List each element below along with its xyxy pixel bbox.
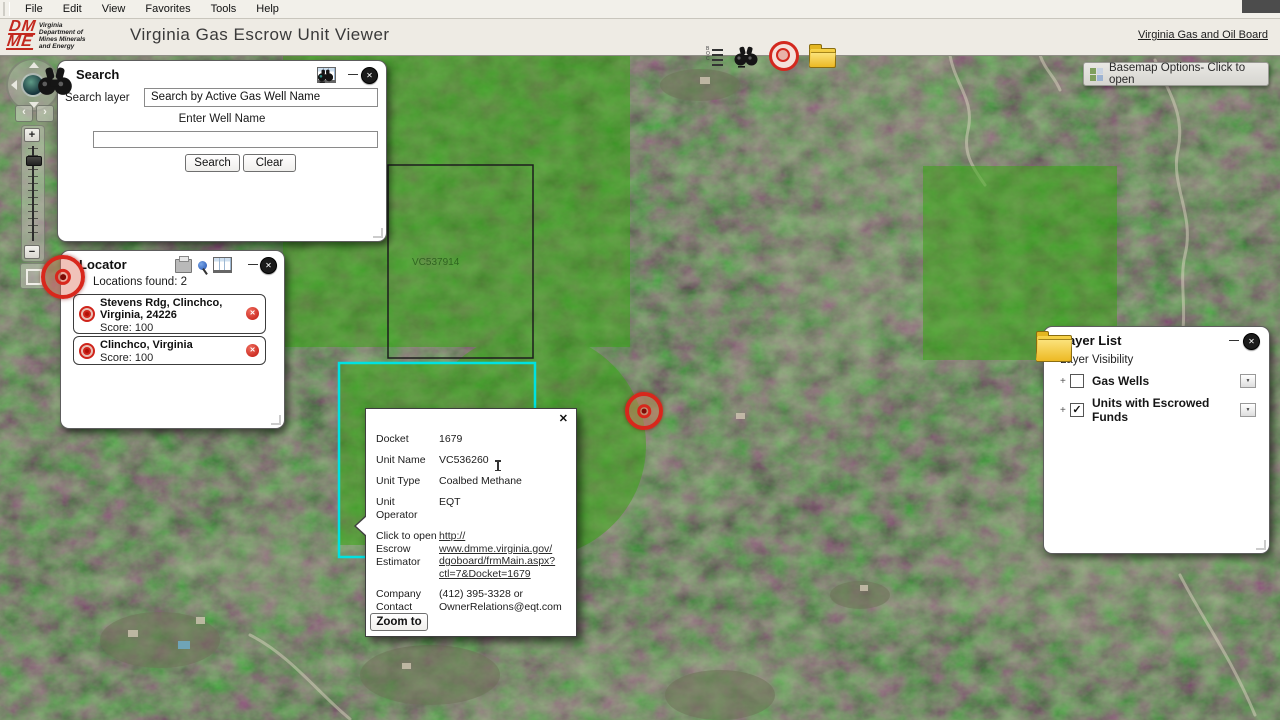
locator-widget-target-icon[interactable] bbox=[41, 255, 85, 299]
menu-tools[interactable]: Tools bbox=[201, 2, 247, 17]
popup-field-row: Docket 1679 bbox=[366, 433, 576, 446]
remove-result-icon[interactable]: ✕ bbox=[246, 307, 259, 320]
close-icon[interactable]: ✕ bbox=[260, 257, 277, 274]
locator-panel: Locator — ✕ Locations found: 2 Stevens R… bbox=[60, 250, 285, 429]
unit-info-popup: ✕ Docket 1679 Unit Name VC536260 Unit Ty… bbox=[365, 408, 577, 637]
print-icon[interactable] bbox=[175, 259, 192, 273]
gas-wells-checkbox[interactable] bbox=[1070, 374, 1084, 388]
minimize-icon[interactable]: — bbox=[348, 70, 358, 82]
locator-table-icon[interactable] bbox=[213, 257, 232, 273]
close-icon[interactable]: ✕ bbox=[559, 414, 568, 425]
logo-letters-bottom: ME bbox=[6, 35, 35, 50]
app-header: DM ME Virginia Department of Mines Miner… bbox=[0, 18, 1280, 56]
zoom-out-button[interactable]: − bbox=[24, 245, 40, 259]
page-title: Virginia Gas Escrow Unit Viewer bbox=[130, 25, 390, 45]
next-extent-button[interactable]: › bbox=[36, 105, 54, 122]
popup-field-row: Unit Name VC536260 bbox=[366, 454, 576, 467]
layer-row-gas-wells: + Gas Wells ▼ bbox=[1060, 374, 1256, 388]
zoom-to-button[interactable]: Zoom to bbox=[370, 613, 428, 631]
toolbar-grip bbox=[3, 2, 10, 16]
layers-folder-icon[interactable] bbox=[809, 48, 836, 68]
gas-oil-board-link[interactable]: Virginia Gas and Oil Board bbox=[1138, 29, 1268, 41]
popup-escrow-row: Click to open Escrow Estimator http:// w… bbox=[366, 530, 576, 580]
location-marker[interactable] bbox=[625, 392, 663, 430]
basemap-options-button[interactable]: Basemap Options- Click to open bbox=[1083, 62, 1269, 86]
popup-field-row: Unit Operator EQT bbox=[366, 496, 576, 522]
layer-menu-icon[interactable]: ▼ bbox=[1240, 374, 1256, 388]
menu-file[interactable]: File bbox=[15, 2, 53, 17]
header-toolbar: BOC bbox=[706, 41, 836, 71]
search-layer-dropdown[interactable]: Search by Active Gas Well Name bbox=[144, 88, 378, 107]
layer-list-panel: Layer List — ✕ Layer Visibility + Gas We… bbox=[1043, 326, 1270, 554]
pushpin-icon[interactable] bbox=[198, 261, 207, 270]
menu-favorites[interactable]: Favorites bbox=[135, 2, 200, 17]
resize-handle[interactable] bbox=[373, 228, 383, 238]
close-icon[interactable]: ✕ bbox=[1243, 333, 1260, 350]
previous-extent-button[interactable]: ‹ bbox=[15, 105, 33, 122]
resize-handle[interactable] bbox=[271, 415, 281, 425]
search-spatial-icon[interactable] bbox=[317, 67, 334, 83]
well-name-input[interactable] bbox=[93, 131, 378, 148]
escrowed-units-checkbox[interactable]: ✓ bbox=[1070, 403, 1084, 417]
locations-found-status: Locations found: 2 bbox=[93, 276, 187, 288]
locator-result-item[interactable]: Clinchco, Virginia Score: 100 ✕ bbox=[73, 336, 266, 365]
remove-result-icon[interactable]: ✕ bbox=[246, 344, 259, 357]
resize-handle[interactable] bbox=[1256, 540, 1266, 550]
zoom-slider[interactable]: + − bbox=[21, 125, 45, 262]
binoculars-icon[interactable] bbox=[733, 44, 759, 68]
legend-list-icon[interactable]: BOC bbox=[706, 46, 723, 67]
basemap-grid-icon bbox=[1090, 68, 1103, 81]
search-widget-binoculars-icon[interactable] bbox=[36, 63, 74, 99]
locator-result-item[interactable]: Stevens Rdg, Clinchco, Virginia, 24226 S… bbox=[73, 294, 266, 334]
menu-help[interactable]: Help bbox=[246, 2, 289, 17]
browser-menu-bar: File Edit View Favorites Tools Help bbox=[0, 0, 1280, 19]
pool bbox=[178, 641, 190, 649]
logo-org-text: Virginia Department of Mines Minerals an… bbox=[39, 20, 86, 50]
search-panel-title: Search bbox=[76, 67, 119, 82]
extent-history-controls: ‹ › bbox=[15, 105, 54, 122]
expand-icon[interactable]: + bbox=[1060, 405, 1070, 416]
close-icon[interactable]: ✕ bbox=[361, 67, 378, 84]
expand-icon[interactable]: + bbox=[1060, 376, 1070, 387]
basemap-options-label: Basemap Options- Click to open bbox=[1109, 62, 1268, 86]
layer-menu-icon[interactable]: ▼ bbox=[1240, 403, 1256, 417]
locator-target-icon[interactable] bbox=[769, 41, 799, 71]
layer-list-widget-folder-icon[interactable] bbox=[1036, 335, 1072, 362]
search-layer-label: Search layer bbox=[65, 92, 130, 104]
unit-map-label: VC537914 bbox=[412, 257, 460, 268]
popup-contact-row: Company Contact (412) 395-3328 or OwnerR… bbox=[366, 588, 576, 614]
search-button[interactable]: Search bbox=[185, 154, 240, 172]
result-target-icon bbox=[79, 306, 95, 322]
clear-button[interactable]: Clear bbox=[243, 154, 296, 172]
map-canvas[interactable]: VC537914 ‹ › + − Basemap Options- Click … bbox=[0, 55, 1280, 720]
result-target-icon bbox=[79, 343, 95, 359]
window-edge bbox=[1242, 0, 1280, 13]
menu-edit[interactable]: Edit bbox=[53, 2, 92, 17]
well-name-label: Enter Well Name bbox=[58, 113, 386, 125]
search-panel: Search — ✕ Search layer bbox=[57, 60, 387, 242]
text-cursor bbox=[497, 460, 499, 471]
layer-row-escrowed-units: + ✓ Units with Escrowed Funds ▼ bbox=[1060, 396, 1256, 424]
minimize-icon[interactable]: — bbox=[1229, 336, 1239, 348]
minimize-icon[interactable]: — bbox=[248, 260, 258, 272]
locator-panel-title: Locator bbox=[79, 257, 127, 272]
pan-west-icon[interactable] bbox=[11, 80, 17, 90]
extent-box-icon bbox=[26, 269, 42, 285]
app-window: File Edit View Favorites Tools Help DM M… bbox=[0, 0, 1280, 720]
popup-field-row: Unit Type Coalbed Methane bbox=[366, 475, 576, 488]
dmme-logo: DM ME Virginia Department of Mines Miner… bbox=[8, 20, 86, 50]
menu-view[interactable]: View bbox=[92, 2, 136, 17]
escrow-estimator-link[interactable]: http:// www.dmme.virginia.gov/ dgoboard/… bbox=[439, 530, 566, 580]
zoom-in-button[interactable]: + bbox=[24, 128, 40, 142]
zoom-slider-handle[interactable] bbox=[26, 156, 42, 166]
